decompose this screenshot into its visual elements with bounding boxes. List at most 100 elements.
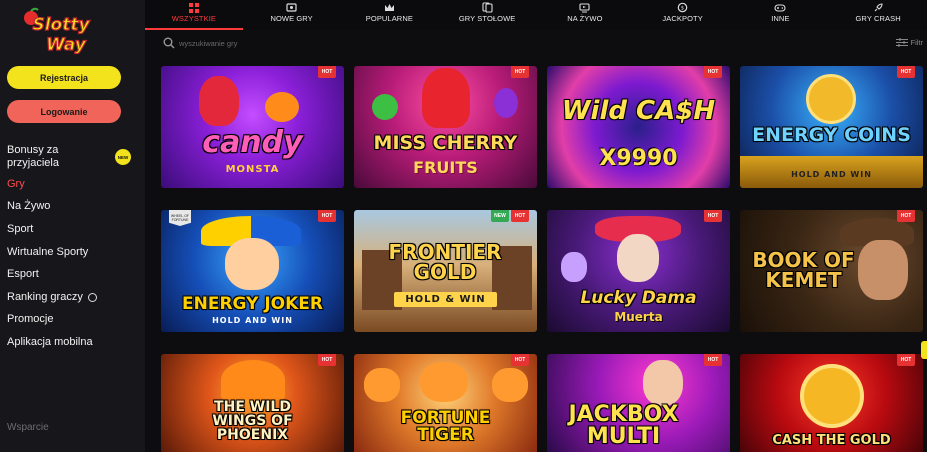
hot-badge: HOT (511, 66, 529, 78)
hot-badge: HOT (704, 354, 722, 366)
game-card-miss-cherry-fruits[interactable]: MISS CHERRY FRUITS HOT (354, 66, 537, 188)
sidebar-item-label: Bonusy za przyjaciela (7, 143, 59, 169)
game-card-candy-monsta[interactable]: candy MONSTA HOT (161, 66, 344, 188)
game-title: Wild CA$H (561, 96, 716, 126)
hot-badge: HOT (318, 354, 336, 366)
watermelon-art (372, 94, 398, 120)
crown-icon (383, 2, 395, 13)
tab-all[interactable]: WSZYSTKIE (145, 0, 243, 30)
explorer-art (858, 240, 908, 300)
wheel-of-fortune-badge: WHEEL OF FORTUNE (169, 210, 191, 226)
tab-new-games[interactable]: NOWE GRY (243, 0, 341, 30)
login-button[interactable]: Logowanie (7, 100, 121, 123)
tab-label: JACKPOTY (662, 14, 703, 23)
game-card-wild-wings-of-phoenix[interactable]: THE WILD WINGS OF PHOENIX HOT (161, 354, 344, 452)
game-title: ENERGY COINS (752, 124, 911, 146)
svg-text:Way: Way (46, 35, 87, 55)
game-title: THE WILD WINGS OF PHOENIX (212, 399, 293, 443)
filter-button[interactable]: Filtr (895, 38, 924, 47)
tab-popular[interactable]: POPULARNE (341, 0, 439, 30)
tab-other[interactable]: INNE (732, 0, 830, 30)
grapes-art (494, 88, 518, 118)
support-link[interactable]: Wsparcie (7, 422, 49, 433)
game-title: FRONTIER GOLD (388, 240, 502, 284)
logo-icon: Slotty Way (24, 7, 91, 56)
game-grid: candy MONSTA HOT MISS CHERRY FRUITS HOT … (161, 66, 927, 452)
rocket-icon (872, 2, 884, 13)
cards-icon (481, 2, 493, 13)
tab-table-games[interactable]: GRY STOŁOWE (438, 0, 536, 30)
sidebar-item-esport[interactable]: Esport (7, 263, 137, 286)
character-art (422, 68, 470, 128)
sidebar-item-referral-bonus[interactable]: Bonusy za przyjaciela NEW (7, 140, 137, 173)
game-card-energy-coins[interactable]: ENERGY COINS HOLD AND WIN HOT (740, 66, 923, 188)
slotty-way-logo[interactable]: Slotty Way (16, 6, 106, 58)
live-icon (579, 2, 591, 13)
tab-live[interactable]: NA ŻYWO (536, 0, 634, 30)
pumpkin-art (265, 92, 299, 122)
filter-label: Filtr (910, 38, 924, 47)
tab-crash-games[interactable]: GRY CRASH (829, 0, 927, 30)
skull-art (561, 252, 587, 282)
sidebar-item-ranking[interactable]: Ranking graczy (7, 286, 137, 309)
ranking-icon (87, 292, 97, 302)
tab-label: POPULARNE (365, 14, 413, 23)
sidebar-item-label: Gry (7, 177, 25, 190)
hot-badge: HOT (704, 66, 722, 78)
game-card-jackbox-multi[interactable]: JACKBOX MULTI HOT (547, 354, 730, 452)
sidebar-item-label: Esport (7, 268, 39, 281)
game-card-fortune-tiger[interactable]: FORTUNE TIGER HOT (354, 354, 537, 452)
game-subtitle: X9990 (599, 146, 678, 171)
monster-art (199, 76, 239, 126)
sidebar: Slotty Way Rejestracja Logowanie Bonusy … (0, 0, 145, 452)
hot-badge: HOT (511, 210, 529, 222)
game-subtitle: HOLD AND WIN (212, 316, 293, 325)
sidebar-item-virtual-sports[interactable]: Wirtualne Sporty (7, 241, 137, 264)
hot-badge: HOT (897, 210, 915, 222)
game-card-cash-the-gold[interactable]: CASH THE GOLD HOT (740, 354, 923, 452)
game-card-frontier-gold[interactable]: FRONTIER GOLD HOLD & WIN NEW HOT (354, 210, 537, 332)
game-card-energy-joker[interactable]: ENERGY JOKER HOLD AND WIN WHEEL OF FORTU… (161, 210, 344, 332)
sidebar-item-mobile-app[interactable]: Aplikacja mobilna (7, 331, 137, 354)
game-title: ENERGY JOKER (181, 294, 323, 314)
sidebar-item-sport[interactable]: Sport (7, 218, 137, 241)
coin-art (806, 74, 856, 124)
game-card-book-of-kemet[interactable]: BOOK OF KEMET HOT (740, 210, 923, 332)
game-title: CASH THE GOLD (772, 433, 891, 448)
game-title: JACKBOX MULTI (568, 402, 679, 449)
hot-badge: HOT (318, 210, 336, 222)
sidebar-nav: Bonusy za przyjaciela NEW Gry Na Żywo Sp… (7, 140, 137, 354)
game-subtitle: HOLD & WIN (394, 292, 497, 307)
sidebar-item-games[interactable]: Gry (7, 173, 137, 196)
sidebar-item-label: Ranking graczy (7, 290, 83, 303)
game-card-lucky-dama-muerta[interactable]: Lucky Dama Muerta HOT (547, 210, 730, 332)
tiger-art (420, 362, 468, 402)
game-subtitle: FRUITS (413, 158, 478, 177)
tab-jackpots[interactable]: $ JACKPOTY (634, 0, 732, 30)
sidebar-item-promotions[interactable]: Promocje (7, 309, 137, 332)
sidebar-item-label: Promocje (7, 313, 54, 326)
tiger-art (364, 368, 400, 402)
sidebar-item-label: Wirtualne Sporty (7, 245, 89, 258)
category-tabs: WSZYSTKIE NOWE GRY POPULARNE GRY STOŁOWE… (145, 0, 927, 30)
gamepad-icon (774, 2, 786, 13)
hot-badge: HOT (897, 354, 915, 366)
scroll-handle[interactable] (921, 341, 927, 359)
tab-label: WSZYSTKIE (171, 14, 216, 23)
game-title: BOOK OF KEMET (752, 248, 855, 292)
tab-label: GRY CRASH (855, 14, 901, 23)
sidebar-item-live[interactable]: Na Żywo (7, 196, 137, 219)
search-input[interactable] (179, 36, 419, 50)
hot-badge: HOT (511, 354, 529, 366)
game-subtitle: MONSTA (225, 164, 280, 175)
face-art (617, 234, 659, 282)
grid-icon (188, 2, 200, 13)
sidebar-item-label: Aplikacja mobilna (7, 335, 93, 348)
game-card-wild-cash[interactable]: Wild CA$H X9990 HOT (547, 66, 730, 188)
game-title: candy (202, 125, 303, 160)
new-badge: NEW (115, 149, 131, 165)
register-button[interactable]: Rejestracja (7, 66, 121, 89)
character-art (643, 360, 683, 406)
sidebar-item-label: Sport (7, 222, 34, 235)
hot-badge: HOT (704, 210, 722, 222)
